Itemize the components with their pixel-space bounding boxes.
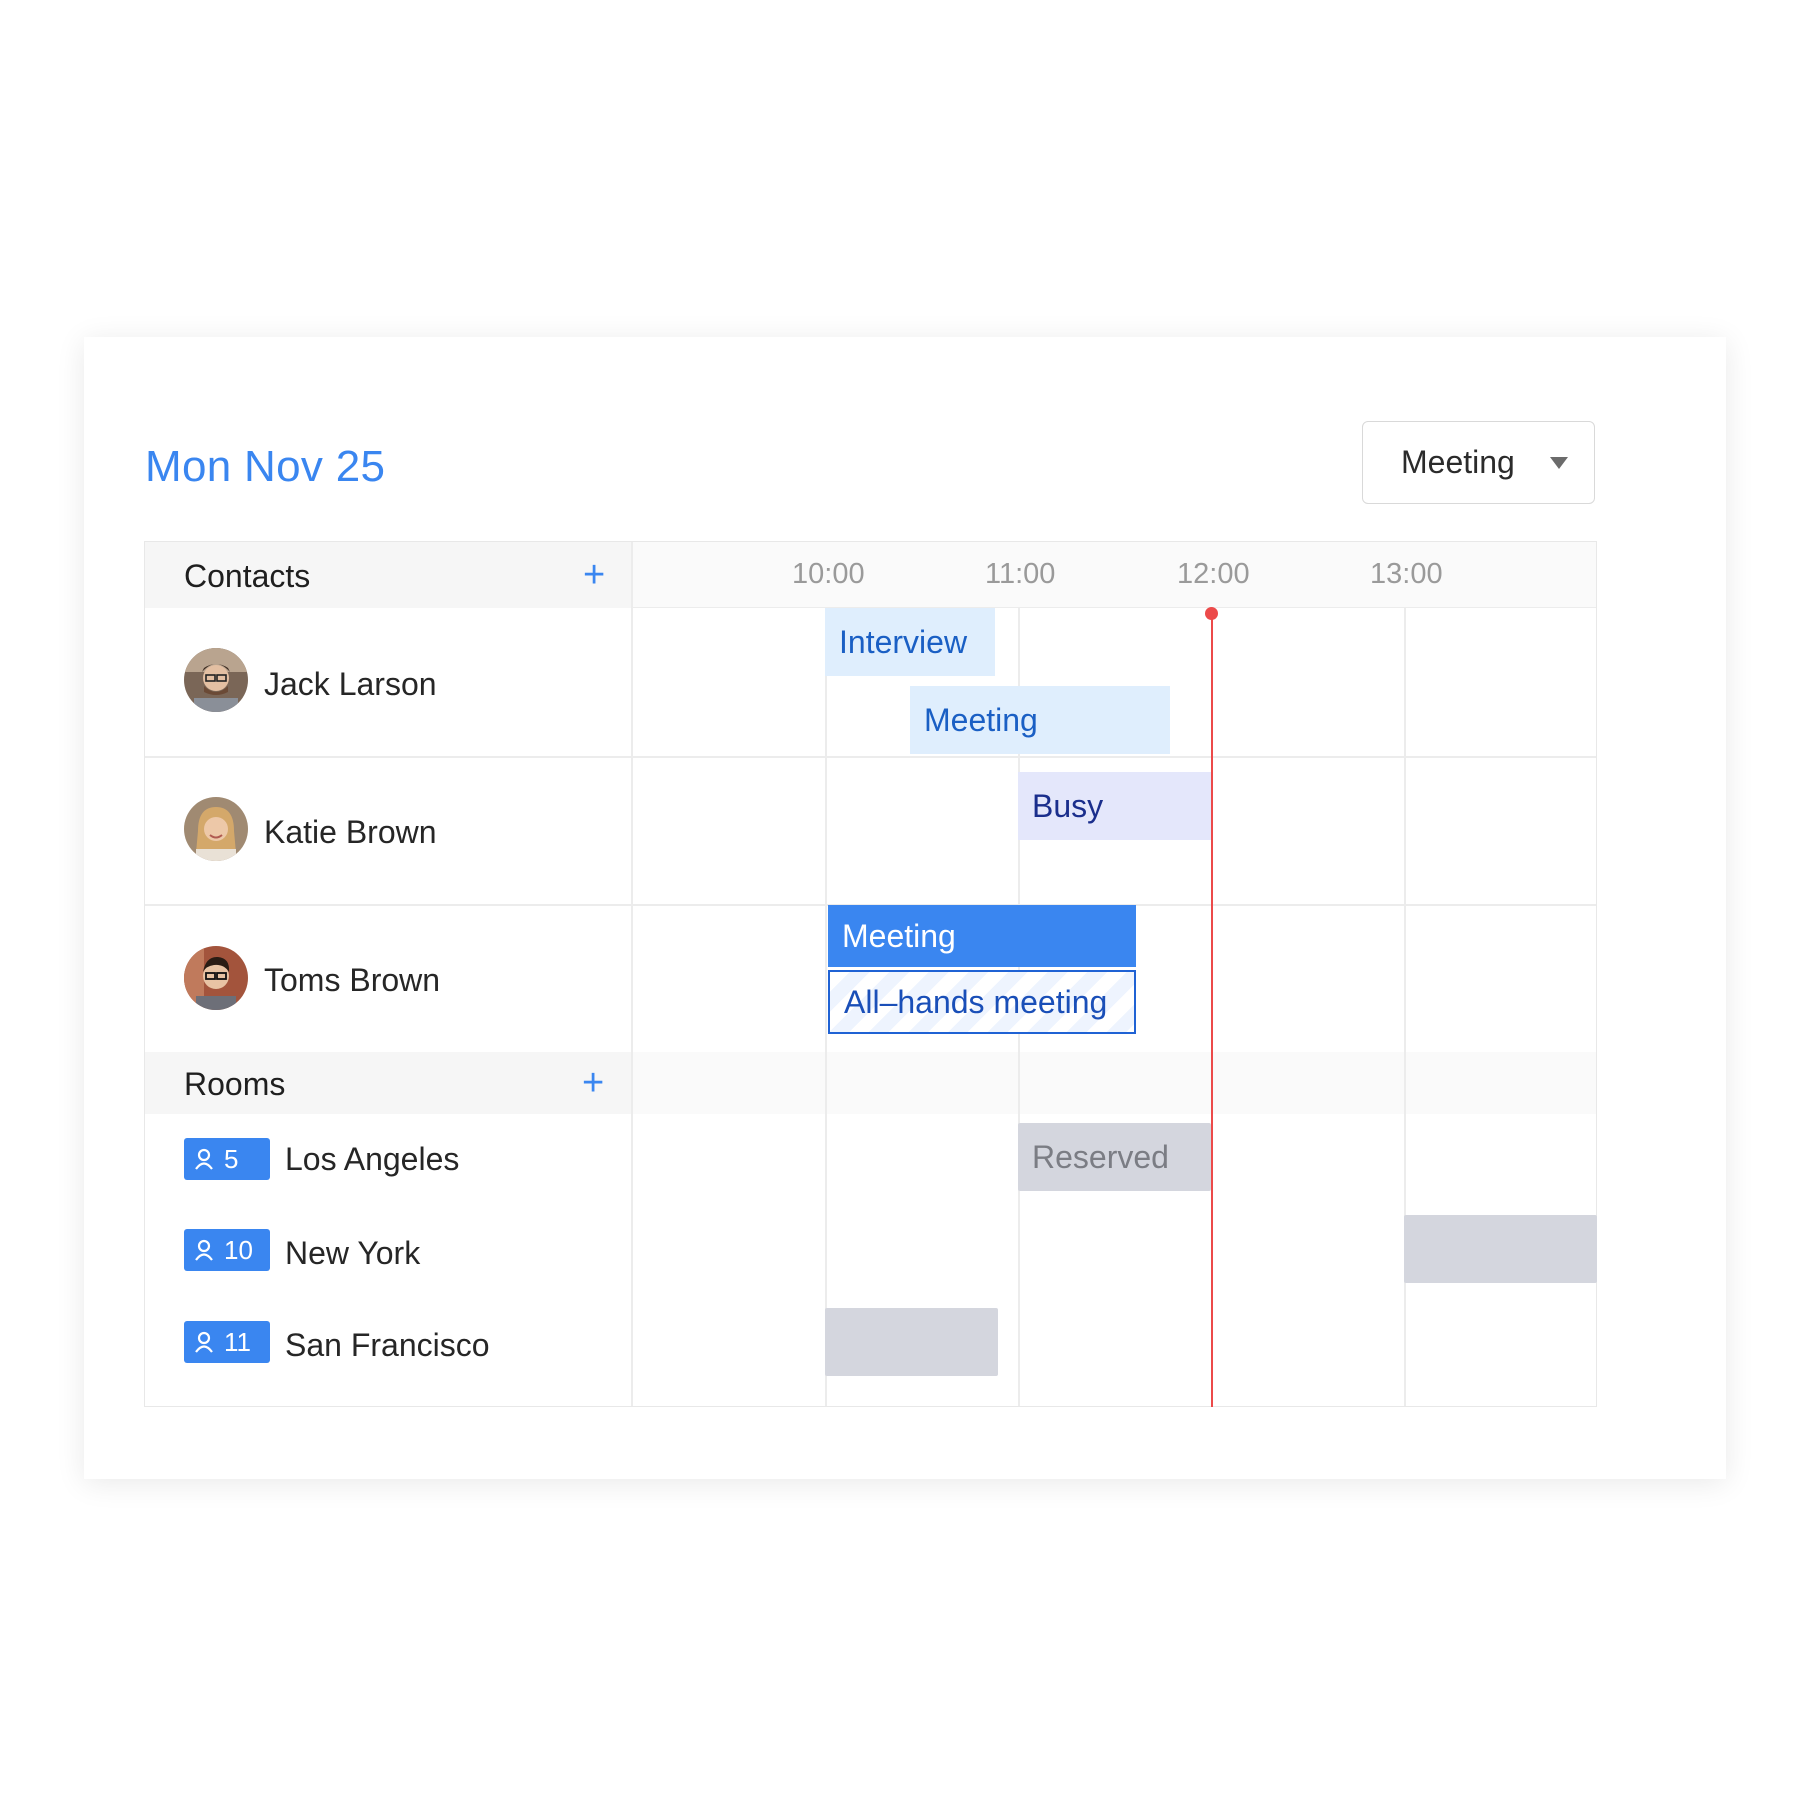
room-capacity-badge: 5 — [184, 1138, 270, 1180]
person-icon — [195, 1239, 213, 1261]
avatar — [184, 648, 248, 712]
caret-down-icon — [1550, 457, 1568, 469]
room-capacity: 10 — [224, 1234, 253, 1265]
event-all-hands-meeting[interactable]: All–hands meeting — [828, 970, 1136, 1034]
time-label: 12:00 — [1177, 558, 1250, 590]
room-capacity: 11 — [224, 1326, 251, 1357]
event-label: Meeting — [924, 701, 1038, 738]
event-label: Interview — [839, 623, 968, 660]
row-divider — [145, 756, 1596, 758]
event-label: All–hands meeting — [844, 983, 1108, 1020]
event-meeting[interactable]: Meeting — [910, 686, 1170, 754]
avatar — [184, 797, 248, 861]
event-booking[interactable] — [825, 1308, 998, 1376]
room-name: New York — [285, 1235, 421, 1271]
add-room-button[interactable]: + — [582, 1064, 604, 1102]
room-name: Los Angeles — [285, 1141, 460, 1177]
date-title: Mon Nov 25 — [145, 442, 386, 491]
view-select[interactable]: Meeting — [1362, 421, 1595, 504]
time-label: 13:00 — [1370, 558, 1443, 590]
rooms-label: Rooms — [184, 1066, 286, 1102]
view-select-value: Meeting — [1401, 444, 1515, 480]
current-time-line — [1211, 614, 1213, 1407]
room-name: San Francisco — [285, 1327, 490, 1363]
current-time-dot — [1205, 607, 1218, 620]
contacts-label: Contacts — [184, 558, 311, 594]
gridline-10 — [825, 608, 827, 1406]
event-label: Busy — [1032, 787, 1104, 824]
add-contact-button[interactable]: + — [583, 556, 605, 594]
column-divider — [631, 542, 633, 1406]
event-interview[interactable]: Interview — [825, 608, 995, 676]
event-reserved[interactable]: Reserved — [1018, 1123, 1211, 1191]
contact-name: Jack Larson — [264, 666, 437, 702]
time-label: 11:00 — [985, 558, 1056, 590]
event-label: Meeting — [842, 917, 956, 954]
event-busy[interactable]: Busy — [1018, 772, 1211, 840]
event-booking[interactable] — [1404, 1215, 1597, 1283]
event-label: Reserved — [1032, 1138, 1169, 1175]
avatar — [184, 946, 248, 1010]
room-capacity: 5 — [224, 1143, 239, 1174]
room-capacity-badge: 11 — [184, 1321, 270, 1363]
person-icon — [195, 1148, 213, 1170]
person-icon — [195, 1331, 213, 1353]
event-meeting[interactable]: Meeting — [828, 905, 1136, 967]
contact-name: Katie Brown — [264, 814, 437, 850]
gridline-13 — [1404, 608, 1406, 1406]
time-label: 10:00 — [792, 558, 865, 590]
contact-name: Toms Brown — [264, 962, 441, 998]
room-capacity-badge: 10 — [184, 1229, 270, 1271]
